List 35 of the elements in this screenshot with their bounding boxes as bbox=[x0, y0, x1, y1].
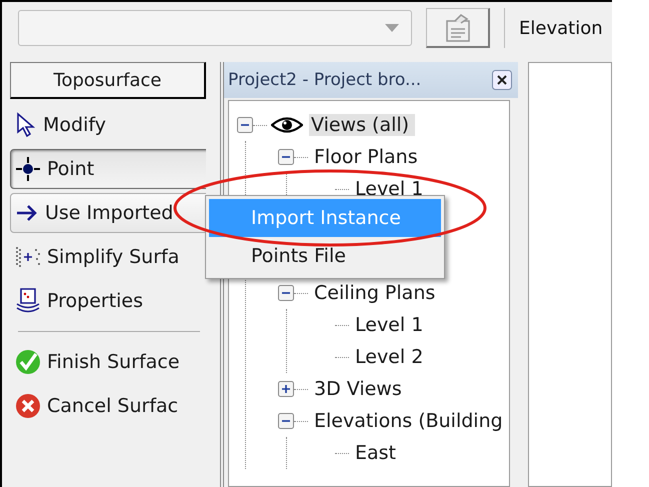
eye-icon bbox=[271, 116, 303, 134]
collapse-icon[interactable] bbox=[278, 149, 294, 165]
collapse-icon[interactable] bbox=[278, 413, 294, 429]
tool-button[interactable]: Use Imported bbox=[10, 193, 206, 233]
view-tab[interactable]: Elevation bbox=[519, 18, 603, 38]
design-bar-title[interactable]: Toposurface bbox=[10, 62, 206, 99]
tool-button[interactable]: Finish Surface bbox=[10, 342, 206, 382]
tree-item[interactable]: Elevations (Building bbox=[312, 410, 509, 432]
tree-item[interactable]: East bbox=[353, 442, 402, 464]
dotted-points-icon bbox=[15, 246, 41, 268]
type-properties-button[interactable] bbox=[426, 8, 490, 48]
cursor-icon bbox=[15, 112, 37, 138]
tree-item[interactable]: Level 2 bbox=[353, 346, 430, 368]
tree-item[interactable]: Views (all) bbox=[309, 114, 416, 136]
point-icon bbox=[15, 156, 41, 182]
tree-item[interactable]: 3D Views bbox=[312, 378, 408, 400]
collapse-icon[interactable] bbox=[278, 285, 294, 301]
tool-button[interactable]: Modify bbox=[10, 105, 206, 145]
check-icon bbox=[15, 349, 41, 375]
tool-button[interactable]: Point bbox=[10, 149, 206, 189]
cancel-icon bbox=[15, 393, 41, 419]
tool-button[interactable]: Simplify Surfa bbox=[10, 237, 206, 277]
collapse-icon[interactable] bbox=[237, 117, 253, 133]
close-icon[interactable] bbox=[492, 70, 512, 90]
expand-icon[interactable] bbox=[278, 381, 294, 397]
panel-title: Project2 - Project bro... bbox=[228, 70, 422, 90]
tree-item[interactable]: Ceiling Plans bbox=[312, 282, 442, 304]
tool-button[interactable]: Properties bbox=[10, 281, 206, 321]
tree-item[interactable]: Level 1 bbox=[353, 314, 430, 336]
tree-item[interactable]: Floor Plans bbox=[312, 146, 424, 168]
arrow-icon bbox=[15, 203, 39, 223]
menu-item[interactable]: Points File bbox=[209, 237, 441, 275]
tool-button[interactable]: Cancel Surfac bbox=[10, 386, 206, 426]
caret-icon bbox=[385, 24, 399, 32]
properties-icon bbox=[15, 287, 41, 315]
